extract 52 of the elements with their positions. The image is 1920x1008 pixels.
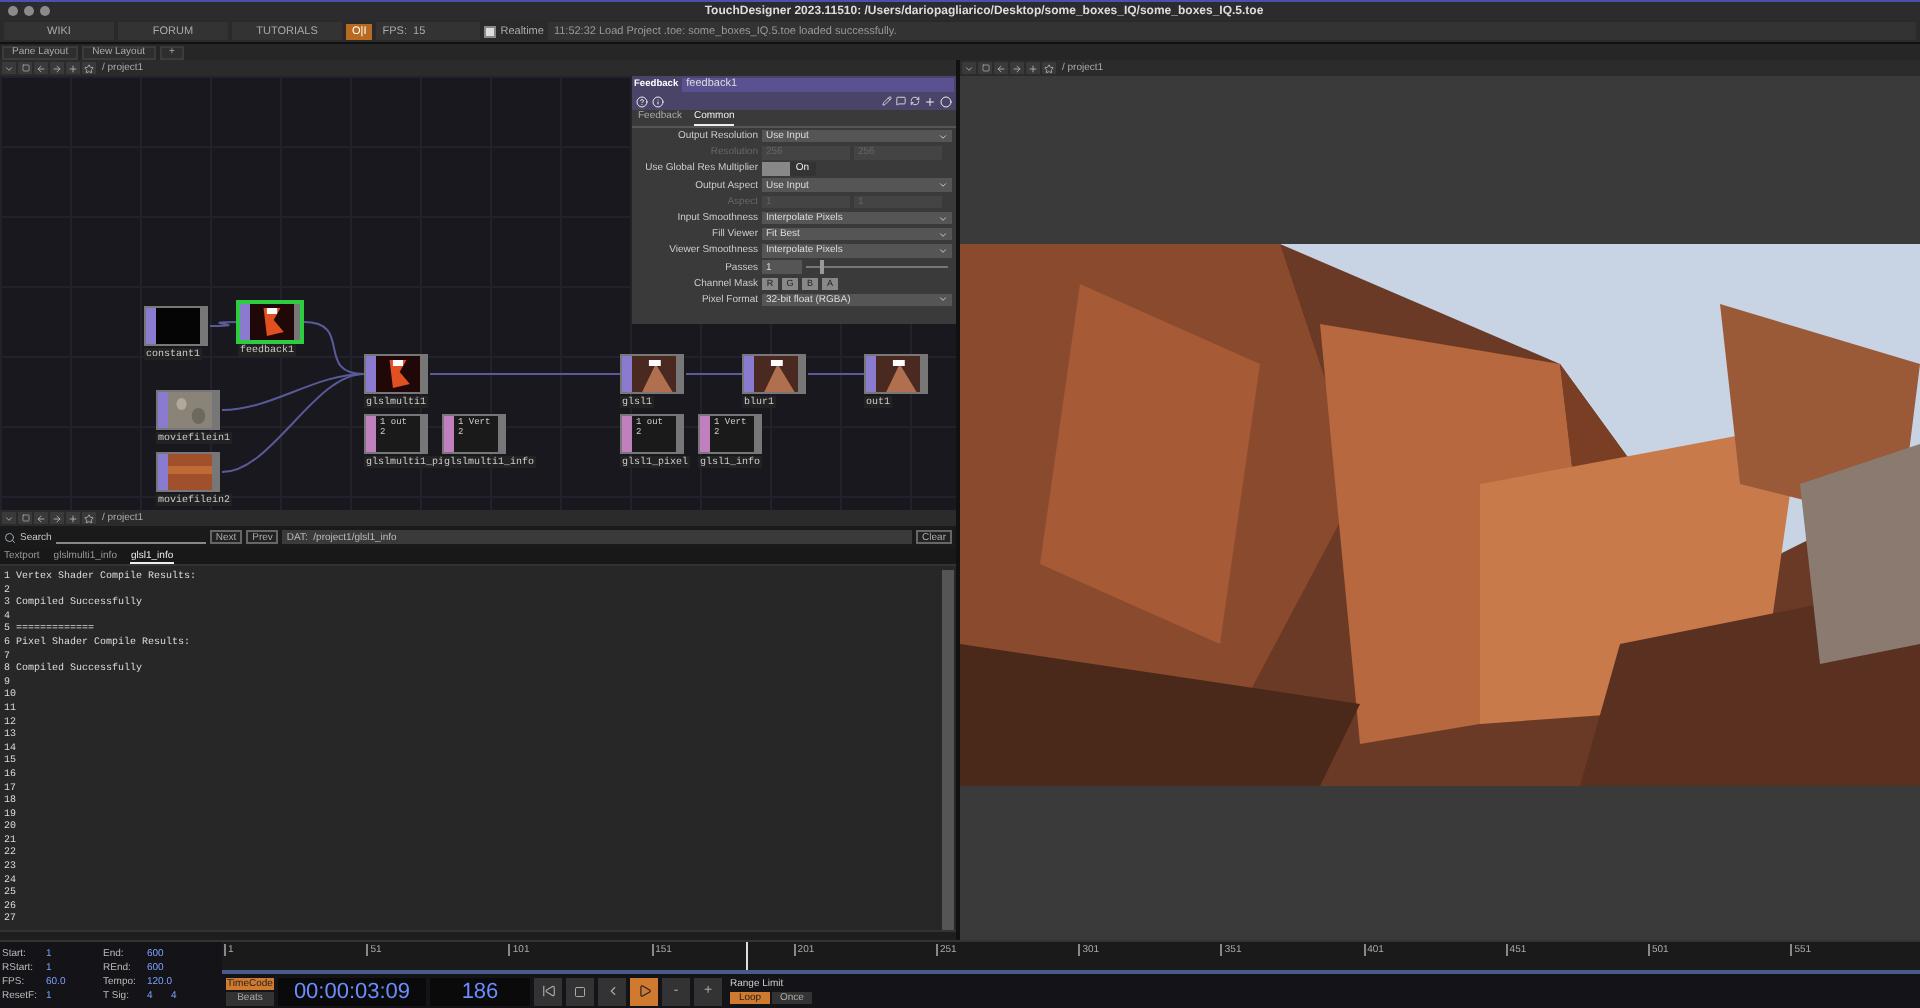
network-editor[interactable] (0, 76, 956, 510)
minimize-dot[interactable] (24, 6, 34, 16)
plus-icon[interactable] (924, 95, 936, 107)
frame-display[interactable]: 186 (430, 977, 530, 1005)
plus-icon[interactable] (1026, 62, 1040, 74)
forward-icon[interactable] (50, 512, 64, 524)
help-icon[interactable] (636, 95, 648, 107)
scrollbar[interactable] (942, 570, 954, 930)
back-icon[interactable] (994, 62, 1008, 74)
play-icon[interactable] (630, 977, 658, 1005)
plus-icon[interactable] (66, 62, 80, 74)
menu-icon[interactable] (962, 62, 976, 74)
connection-wire (807, 373, 865, 375)
square-icon[interactable] (18, 512, 32, 524)
back-icon[interactable] (34, 62, 48, 74)
forward-icon[interactable] (1010, 62, 1024, 74)
menu-icon[interactable] (2, 512, 16, 524)
connection-wire (209, 321, 239, 327)
slider-handle[interactable] (820, 260, 825, 275)
menu-icon[interactable] (2, 62, 16, 74)
skip-back-icon[interactable] (534, 977, 562, 1005)
pencil-icon[interactable] (882, 96, 892, 106)
circle-icon[interactable] (940, 95, 952, 107)
star-icon[interactable] (82, 512, 96, 524)
caret-icon (938, 180, 948, 191)
network-node[interactable] (620, 354, 684, 394)
network-node[interactable] (238, 302, 302, 342)
timecode-display[interactable]: 00:00:03:09 (278, 977, 426, 1005)
network-node[interactable] (144, 306, 208, 346)
realtime-checkbox[interactable] (484, 25, 497, 37)
network-node[interactable] (364, 354, 428, 394)
star-icon[interactable] (1042, 62, 1056, 74)
network-node[interactable] (742, 354, 806, 394)
caret-icon (938, 294, 948, 305)
refresh-icon[interactable] (910, 96, 920, 106)
close-dot[interactable] (8, 6, 18, 16)
network-node[interactable] (156, 452, 220, 492)
forward-icon[interactable] (50, 62, 64, 74)
caret-icon (938, 131, 948, 142)
search-icon (4, 531, 16, 543)
star-icon[interactable] (82, 62, 96, 74)
plus-icon[interactable] (66, 512, 80, 524)
zoom-dot[interactable] (40, 6, 50, 16)
comment-icon[interactable] (896, 96, 906, 106)
stop-icon[interactable] (566, 977, 594, 1005)
info-icon[interactable] (652, 95, 664, 107)
square-icon[interactable] (18, 62, 32, 74)
back-icon[interactable] (34, 512, 48, 524)
square-icon[interactable] (978, 62, 992, 74)
network-node[interactable] (864, 354, 928, 394)
connection-wire (685, 373, 743, 375)
network-node[interactable] (156, 390, 220, 430)
